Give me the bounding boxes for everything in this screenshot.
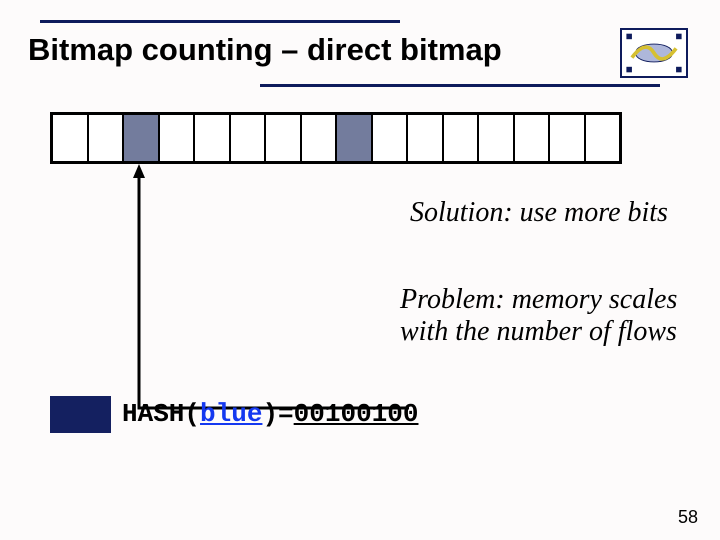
page-number: 58 bbox=[678, 507, 698, 528]
hash-value: 00100100 bbox=[294, 399, 419, 429]
bitmap-cell bbox=[586, 115, 620, 161]
bitmap-cell bbox=[53, 115, 89, 161]
bitmap-cell bbox=[373, 115, 409, 161]
bitmap-cell bbox=[408, 115, 444, 161]
bitmap-array bbox=[50, 112, 622, 164]
bitmap-cell bbox=[231, 115, 267, 161]
bitmap-cell bbox=[550, 115, 586, 161]
bitmap-cell bbox=[337, 115, 373, 161]
bitmap-cell bbox=[89, 115, 125, 161]
hash-argument: blue bbox=[200, 399, 262, 429]
bitmap-cell bbox=[160, 115, 196, 161]
bitmap-cell bbox=[515, 115, 551, 161]
problem-text: Problem: memory scales with the number o… bbox=[400, 284, 690, 348]
bitmap-cell bbox=[444, 115, 480, 161]
decorative-icon bbox=[620, 28, 688, 78]
hash-arrow bbox=[34, 164, 414, 422]
hash-prefix: HASH( bbox=[122, 399, 200, 429]
header-rule-top bbox=[40, 20, 400, 23]
hash-expression: HASH(blue)=00100100 bbox=[122, 399, 418, 429]
bitmap-cell bbox=[302, 115, 338, 161]
solution-text: Solution: use more bits bbox=[410, 197, 690, 229]
bitmap-cell bbox=[266, 115, 302, 161]
bitmap-cell bbox=[124, 115, 160, 161]
hash-mid: )= bbox=[262, 399, 293, 429]
bitmap-cell bbox=[479, 115, 515, 161]
slide-title: Bitmap counting – direct bitmap bbox=[28, 32, 502, 68]
hash-color-swatch bbox=[50, 396, 111, 433]
bitmap-cell bbox=[195, 115, 231, 161]
header-rule-bottom bbox=[260, 84, 660, 87]
